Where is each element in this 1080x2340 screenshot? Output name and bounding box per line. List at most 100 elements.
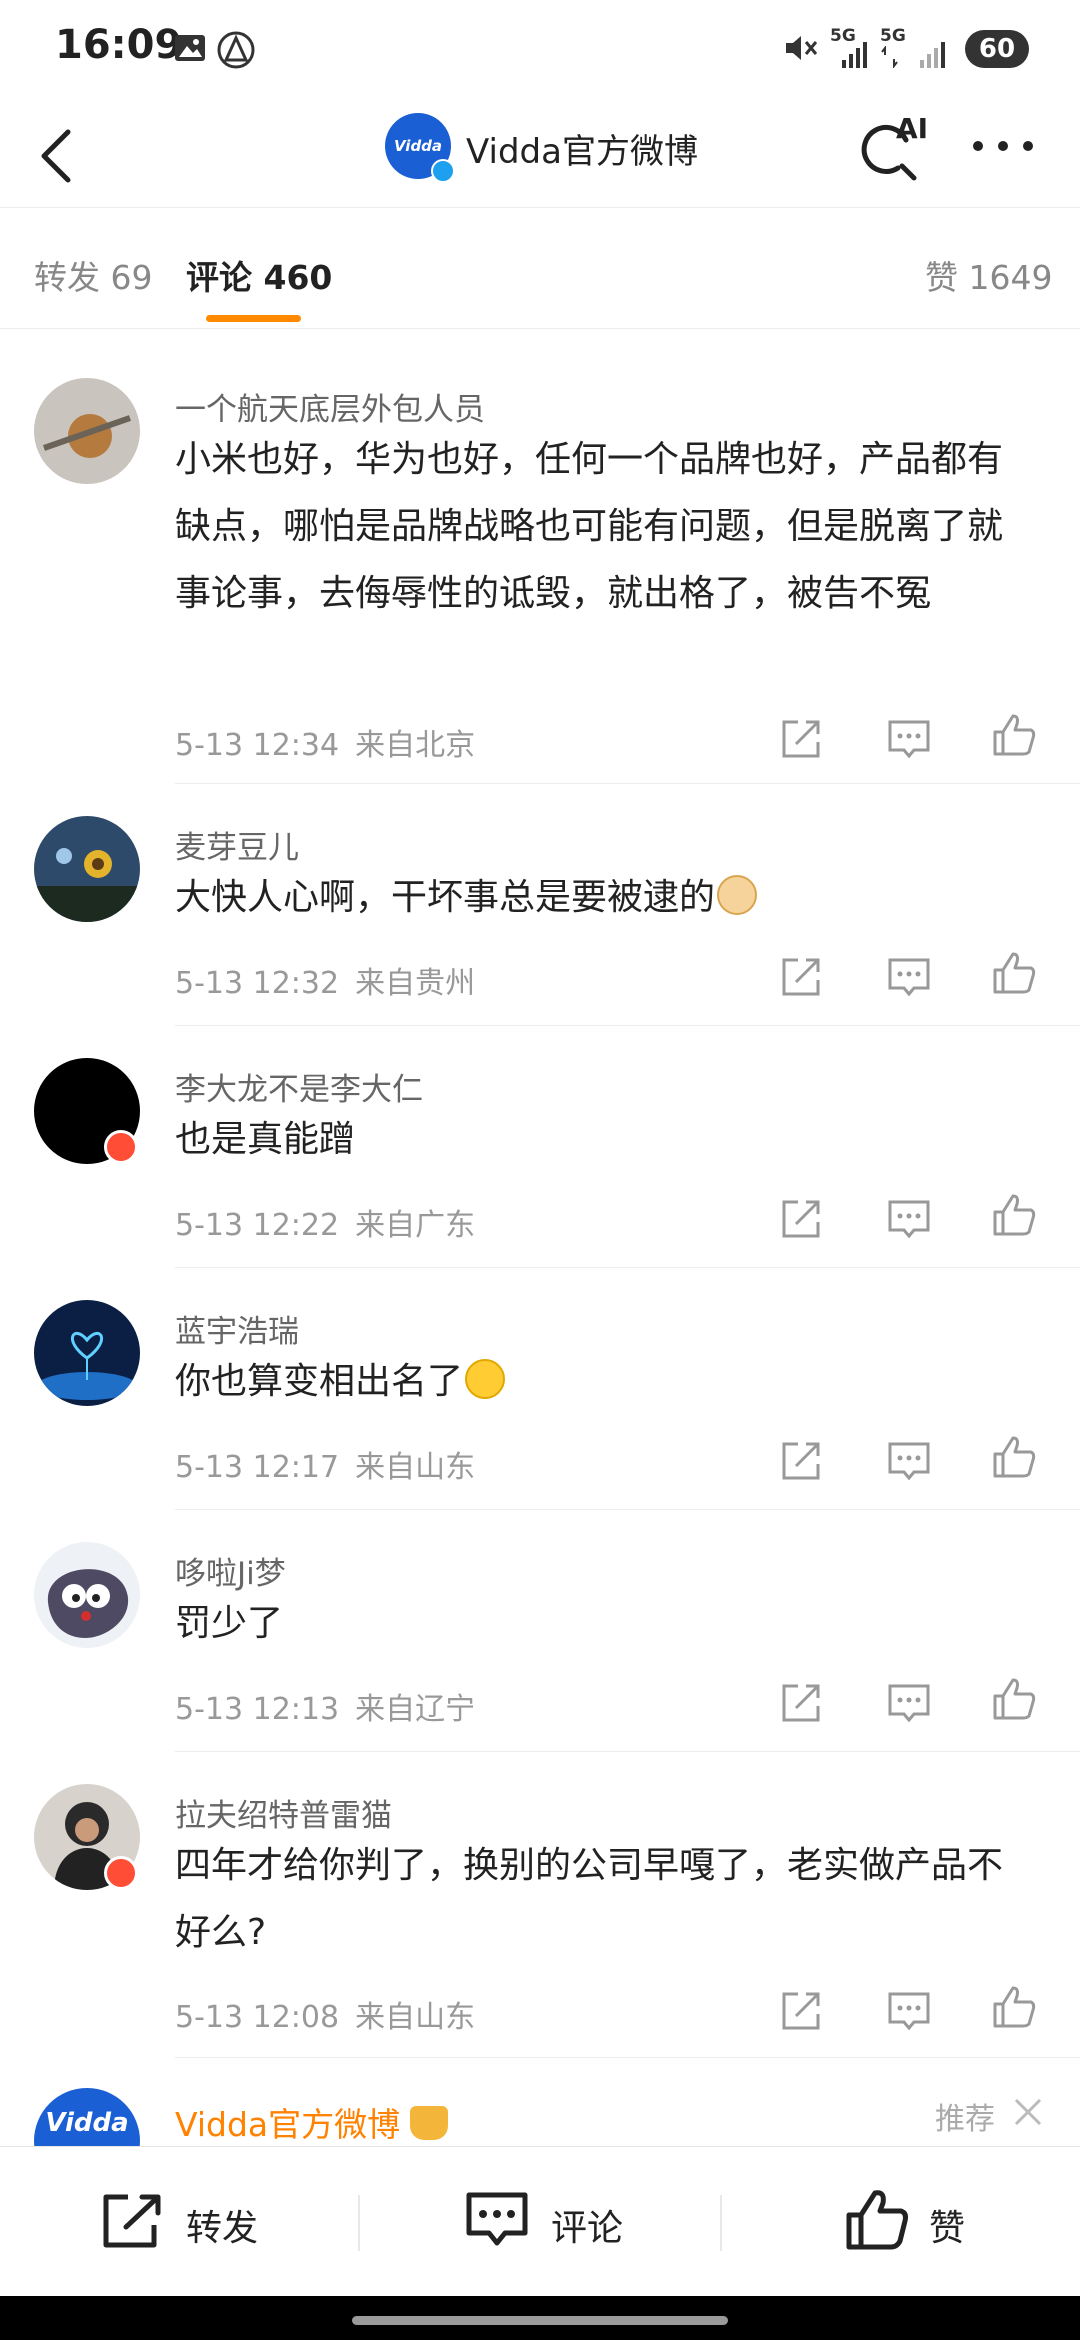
data-transfer-icon bbox=[881, 46, 898, 68]
avatar[interactable] bbox=[34, 816, 140, 922]
like-label: 赞 bbox=[929, 2208, 966, 2249]
comment-username[interactable]: 李大龙不是李大仁 bbox=[175, 1064, 423, 1109]
like-icon bbox=[846, 2190, 908, 2250]
repost-icon[interactable] bbox=[776, 1194, 826, 1244]
divider bbox=[175, 1509, 1080, 1510]
comment-time: 5-13 12:13 bbox=[175, 1692, 340, 1727]
active-tab-indicator bbox=[206, 315, 301, 322]
repost-icon[interactable] bbox=[776, 714, 826, 764]
repost-icon[interactable] bbox=[776, 1678, 826, 1728]
comment-location: 来自山东 bbox=[355, 2000, 476, 2035]
back-arrow-icon[interactable] bbox=[30, 118, 90, 188]
comment-location: 来自北京 bbox=[355, 728, 476, 763]
comment-time: 5-13 12:08 bbox=[175, 2000, 340, 2035]
comment-text-content: 大快人心啊，干坏事总是要被逮的 bbox=[175, 877, 716, 918]
app-notification-icon bbox=[217, 31, 255, 69]
account-avatar-text: Vidda bbox=[393, 137, 443, 155]
comment-username[interactable]: 麦芽豆儿 bbox=[175, 822, 299, 867]
comment-location: 来自辽宁 bbox=[355, 1692, 476, 1727]
reply-icon[interactable] bbox=[884, 1678, 934, 1728]
avatar[interactable] bbox=[34, 378, 140, 484]
nav-bar: Vidda Vidda官方微博 AI bbox=[0, 100, 1080, 208]
system-navigation-bar bbox=[0, 2296, 1080, 2340]
comment-text: 罚少了 bbox=[175, 1603, 284, 1644]
bottom-action-bar: 转发 评论 赞 bbox=[0, 2146, 1080, 2296]
recommended-username-text: Vidda官方微博 bbox=[175, 2105, 401, 2144]
page-title[interactable]: Vidda官方微博 bbox=[466, 124, 698, 173]
like-icon[interactable] bbox=[989, 1432, 1039, 1482]
comment-meta: 5-13 12:17 来自山东 bbox=[175, 1442, 475, 1486]
signal-icon-2 bbox=[920, 42, 945, 68]
avatar[interactable] bbox=[34, 1300, 140, 1406]
signal-icon bbox=[842, 42, 867, 68]
crown-icon bbox=[410, 2106, 449, 2140]
member-badge-icon bbox=[104, 1856, 138, 1890]
comment-meta: 5-13 12:32 来自贵州 bbox=[175, 958, 475, 1002]
comment-meta: 5-13 12:22 来自广东 bbox=[175, 1200, 475, 1244]
recommended-avatar-text: Vidda bbox=[45, 2108, 129, 2138]
like-icon[interactable] bbox=[989, 1982, 1039, 2032]
comment-button[interactable]: 评论 bbox=[465, 2147, 665, 2297]
comment-meta: 5-13 12:13 来自辽宁 bbox=[175, 1684, 475, 1728]
reply-icon[interactable] bbox=[884, 1436, 934, 1486]
ai-search-button[interactable]: AI bbox=[858, 110, 938, 190]
account-avatar[interactable]: Vidda bbox=[385, 113, 455, 183]
like-button[interactable]: 赞 bbox=[845, 2147, 1005, 2297]
verified-badge-icon bbox=[431, 159, 455, 183]
tab-reposts[interactable]: 转发 69 bbox=[34, 251, 152, 299]
recommended-tag: 推荐 bbox=[935, 2102, 995, 2137]
separator bbox=[720, 2195, 722, 2251]
separator bbox=[358, 2195, 360, 2251]
reply-icon[interactable] bbox=[884, 1986, 934, 2036]
comment-username[interactable]: 哆啦Ji梦 bbox=[175, 1548, 286, 1593]
comment-username[interactable]: 一个航天底层外包人员 bbox=[175, 384, 485, 429]
comment-location: 来自山东 bbox=[355, 1450, 476, 1485]
divider bbox=[175, 2057, 1080, 2058]
status-time: 16:09 bbox=[55, 22, 183, 68]
reply-icon[interactable] bbox=[884, 952, 934, 1002]
comment-location: 来自广东 bbox=[355, 1208, 476, 1243]
tab-bar: 转发 69 评论 460 赞 1649 bbox=[0, 209, 1080, 329]
like-icon[interactable] bbox=[989, 710, 1039, 760]
comment-icon bbox=[466, 2192, 528, 2246]
comment-text: 也是真能蹭 bbox=[175, 1119, 356, 1160]
mute-icon bbox=[786, 36, 818, 60]
comment-text: 小米也好，华为也好，任何一个品牌也好，产品都有缺点，哪怕是品牌战略也可能有问题，… bbox=[175, 439, 1004, 614]
reply-icon[interactable] bbox=[884, 714, 934, 764]
recommended-username[interactable]: Vidda官方微博 bbox=[175, 2098, 449, 2146]
comment-username[interactable]: 拉夫绍特普雷猫 bbox=[175, 1790, 392, 1835]
more-options-icon[interactable] bbox=[968, 124, 1038, 168]
divider bbox=[175, 1751, 1080, 1752]
avatar[interactable] bbox=[34, 1542, 140, 1648]
repost-label: 转发 bbox=[186, 2208, 259, 2249]
comment-username[interactable]: 蓝宇浩瑞 bbox=[175, 1306, 299, 1351]
status-bar: 16:09 5G 5G 60 bbox=[0, 0, 1080, 100]
ai-label: AI bbox=[896, 112, 929, 145]
network-type-2: 5G bbox=[880, 26, 906, 46]
repost-icon[interactable] bbox=[776, 1986, 826, 2036]
comment-text: 大快人心啊，干坏事总是要被逮的 bbox=[175, 864, 1035, 931]
comment-text: 四年才给你判了，换别的公司早嘎了，老实做产品不好么? bbox=[175, 1845, 1004, 1953]
comment-location: 来自贵州 bbox=[355, 966, 476, 1001]
home-indicator[interactable] bbox=[352, 2316, 728, 2325]
repost-icon bbox=[103, 2194, 161, 2248]
comment-text-content: 你也算变相出名了 bbox=[175, 1361, 464, 1402]
repost-button[interactable]: 转发 bbox=[100, 2147, 300, 2297]
comment-label: 评论 bbox=[551, 2208, 624, 2249]
close-icon[interactable] bbox=[1008, 2092, 1048, 2132]
like-icon[interactable] bbox=[989, 1674, 1039, 1724]
repost-icon[interactable] bbox=[776, 952, 826, 1002]
comment-meta: 5-13 12:34 来自北京 bbox=[175, 720, 475, 764]
reply-icon[interactable] bbox=[884, 1194, 934, 1244]
comment-time: 5-13 12:32 bbox=[175, 966, 340, 1001]
comment-time: 5-13 12:22 bbox=[175, 1208, 340, 1243]
like-icon[interactable] bbox=[989, 948, 1039, 998]
laugh-cry-emoji-icon bbox=[465, 1359, 506, 1399]
divider bbox=[175, 1267, 1080, 1268]
comment-time: 5-13 12:34 bbox=[175, 728, 340, 763]
repost-icon[interactable] bbox=[776, 1436, 826, 1486]
like-icon[interactable] bbox=[989, 1190, 1039, 1240]
tab-likes[interactable]: 赞 1649 bbox=[925, 251, 1052, 299]
comment-meta: 5-13 12:08 来自山东 bbox=[175, 1992, 475, 2036]
tab-comments[interactable]: 评论 460 bbox=[186, 251, 332, 299]
